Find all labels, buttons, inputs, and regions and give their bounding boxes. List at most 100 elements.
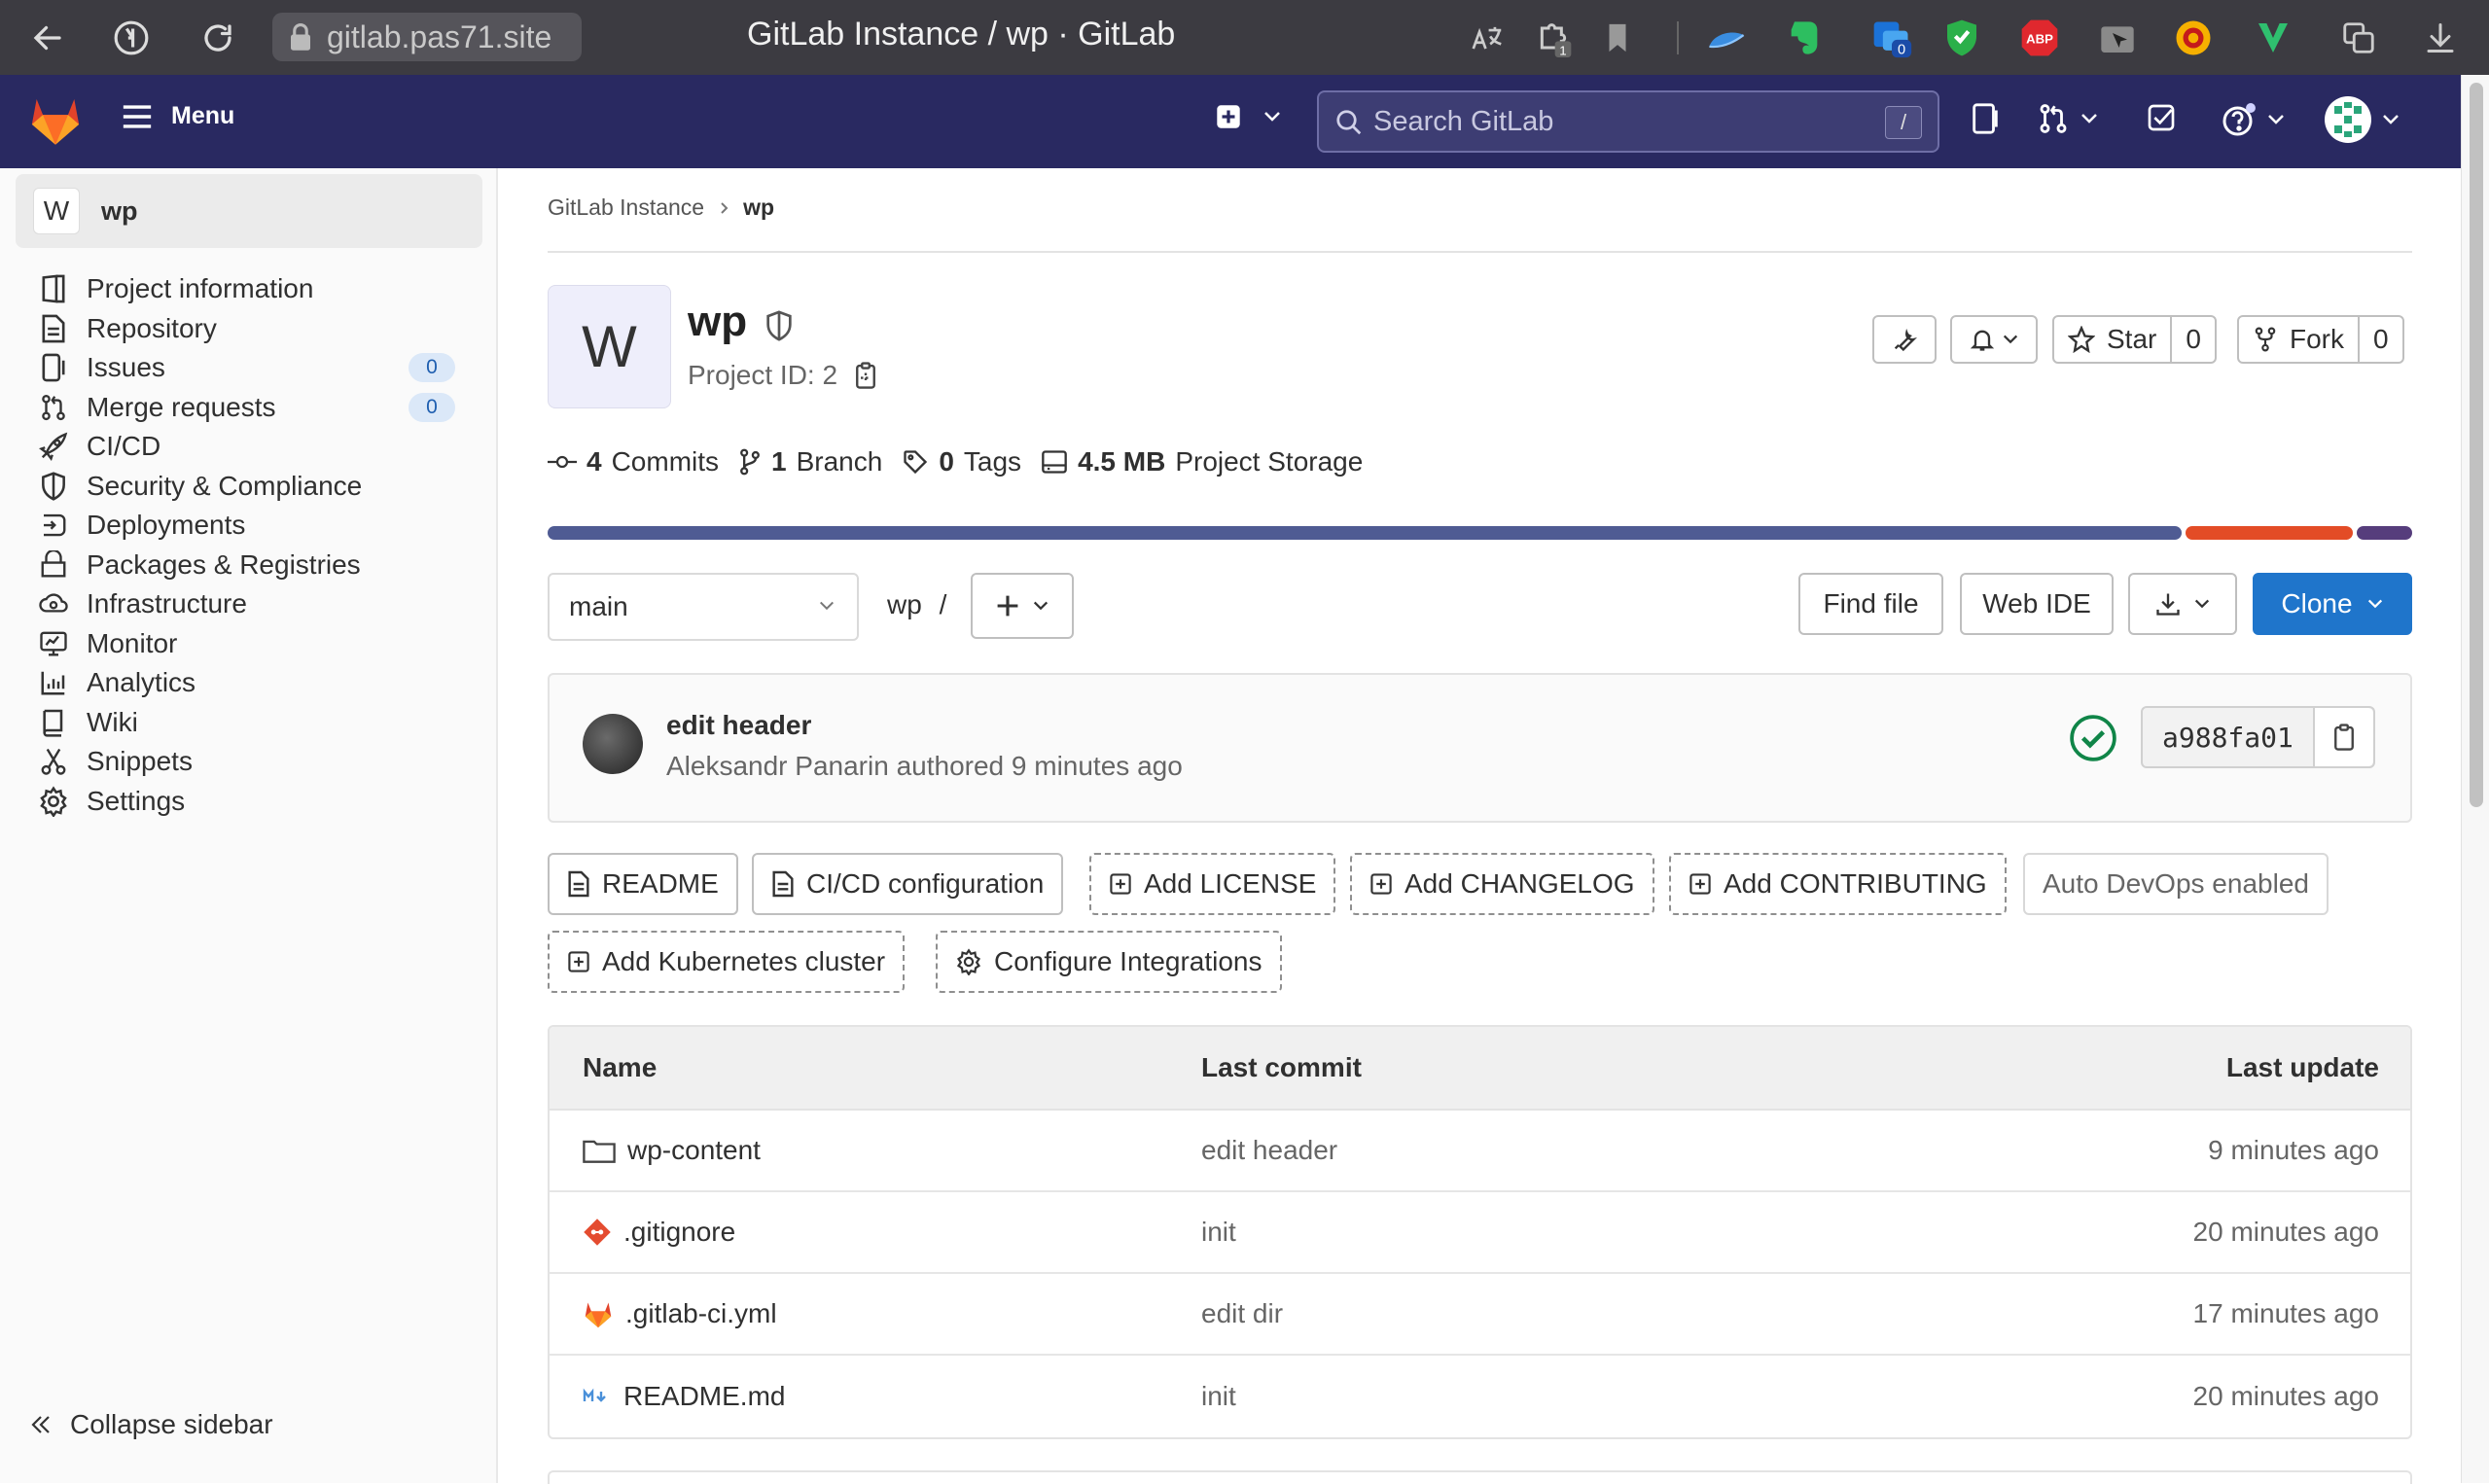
table-row[interactable]: .gitignore init 20 minutes ago [550,1192,2410,1274]
add-license-button[interactable]: Add LICENSE [1089,853,1336,915]
fork-button[interactable]: Fork 0 [2237,315,2404,364]
gitlab-header: Menu Search GitLab / [0,75,2461,168]
project-settings-button[interactable] [1872,315,1937,364]
page-title: wp [688,298,748,345]
file-name[interactable]: .gitlab-ci.yml [625,1298,777,1329]
clone-dropdown[interactable]: Clone [2253,573,2412,635]
file-last-commit[interactable]: edit dir [1201,1274,1283,1354]
language-segment[interactable] [2185,526,2353,540]
visibility-shield-icon [764,309,794,342]
download-icon[interactable] [2418,16,2463,60]
merge-requests-dropdown[interactable] [2037,102,2099,135]
file-last-commit[interactable]: init [1201,1192,1236,1272]
add-changelog-button[interactable]: Add CHANGELOG [1350,853,1654,915]
file-name[interactable]: wp-content [627,1135,761,1166]
adblock-icon[interactable]: ABP [2017,16,2062,60]
sidebar-item-label: Snippets [87,746,193,776]
download-dropdown[interactable] [2128,573,2237,635]
sidebar-item-settings[interactable]: Settings [37,777,465,826]
v-icon[interactable] [2251,16,2295,60]
find-file-button[interactable]: Find file [1798,573,1943,635]
page-scrollbar[interactable] [2461,75,2489,1483]
add-to-tree-dropdown[interactable] [971,573,1074,639]
translate-icon[interactable] [1465,16,1510,60]
new-item-dropdown[interactable] [1216,104,1282,129]
user-avatar-dropdown[interactable] [2325,96,2400,143]
sidebar-project-link[interactable]: W wp [16,174,482,248]
language-segment[interactable] [2356,526,2412,540]
gitlab-logo-icon[interactable] [27,92,84,147]
branches-link[interactable]: 1 Branch [738,446,882,477]
commit-author-avatar[interactable] [583,714,643,774]
issues-icon[interactable] [1971,102,2000,135]
star-button[interactable]: Star 0 [2052,315,2217,364]
outlook-icon[interactable]: 0 [1869,16,1914,60]
menu-button[interactable]: Menu [121,102,234,130]
yandex-icon[interactable] [111,18,152,58]
path-root[interactable]: wp [887,589,922,619]
branch-selector[interactable]: main [548,573,859,641]
merge-request-icon [37,391,70,424]
plus-square-icon [1109,872,1132,896]
copy-icon[interactable] [2336,16,2381,60]
add-contributing-label: Add CONTRIBUTING [1724,868,1987,899]
search-input[interactable]: Search GitLab / [1317,90,1939,153]
cicd-configuration-button[interactable]: CI/CD configuration [752,853,1064,915]
auto-devops-button[interactable]: Auto DevOps enabled [2023,853,2329,915]
language-segment[interactable] [548,526,2182,540]
add-kubernetes-cluster-button[interactable]: Add Kubernetes cluster [548,931,906,993]
reload-icon[interactable] [197,18,238,58]
bookmark-icon[interactable] [1595,16,1640,60]
gear-icon [955,948,982,975]
star-count[interactable]: 0 [2170,317,2215,362]
file-last-commit[interactable]: init [1201,1356,1236,1437]
file-last-commit[interactable]: edit header [1201,1111,1337,1190]
puzzle-icon[interactable]: 1 [1531,16,1576,60]
collapse-sidebar-button[interactable]: Collapse sidebar [29,1409,273,1440]
breadcrumb-group[interactable]: GitLab Instance [548,194,704,221]
file-tree-table: Name Last commit Last update wp-content … [548,1025,2412,1439]
commits-link[interactable]: 4 Commits [548,446,719,477]
sidebar-item-label: CI/CD [87,431,161,461]
repository-languages-bar[interactable] [548,526,2412,540]
tags-link[interactable]: 0 Tags [902,446,1021,477]
url-bar[interactable]: gitlab.pas71.site [272,13,582,61]
scrollbar-thumb[interactable] [2470,83,2483,807]
puzzle-badge: 1 [1559,44,1566,58]
storage-link[interactable]: 4.5 MB Project Storage [1041,446,1363,477]
notification-settings-dropdown[interactable] [1950,315,2038,364]
rocket-icon [37,430,70,463]
todo-icon[interactable] [2146,102,2177,133]
web-ide-button[interactable]: Web IDE [1960,573,2114,635]
table-row[interactable]: wp-content edit header 9 minutes ago [550,1111,2410,1192]
package-icon [37,548,70,582]
table-row[interactable]: .gitlab-ci.yml edit dir 17 minutes ago [550,1274,2410,1356]
toolbar-divider [1677,21,1679,54]
pipeline-passed-icon[interactable] [2069,714,2117,762]
branches-count: 1 [771,446,787,477]
cursor-icon[interactable] [2095,16,2140,60]
fork-count[interactable]: 0 [2358,317,2402,362]
cloud-icon[interactable] [1704,16,1749,60]
project-id: Project ID: 2 [688,360,878,391]
bell-icon [1969,325,1996,354]
clipboard-icon[interactable] [853,361,878,390]
readme-button[interactable]: README [548,853,738,915]
commit-sha[interactable]: a988fa01 [2143,708,2315,766]
shield-check-icon[interactable] [1939,16,1984,60]
configure-integrations-button[interactable]: Configure Integrations [936,931,1282,993]
help-dropdown[interactable] [2222,102,2286,137]
back-arrow-icon[interactable] [27,18,68,58]
vpn-icon[interactable] [2171,16,2216,60]
file-name[interactable]: README.md [623,1381,785,1412]
evernote-icon[interactable] [1782,16,1827,60]
commit-title[interactable]: edit header [666,710,811,741]
add-contributing-button[interactable]: Add CONTRIBUTING [1669,853,2007,915]
breadcrumb-project[interactable]: wp [743,194,774,221]
add-changelog-label: Add CHANGELOG [1405,868,1635,899]
table-row[interactable]: README.md init 20 minutes ago [550,1356,2410,1437]
add-license-label: Add LICENSE [1144,868,1317,899]
analytics-icon [37,666,70,699]
copy-sha-icon[interactable] [2314,708,2373,766]
file-name[interactable]: .gitignore [623,1217,735,1248]
